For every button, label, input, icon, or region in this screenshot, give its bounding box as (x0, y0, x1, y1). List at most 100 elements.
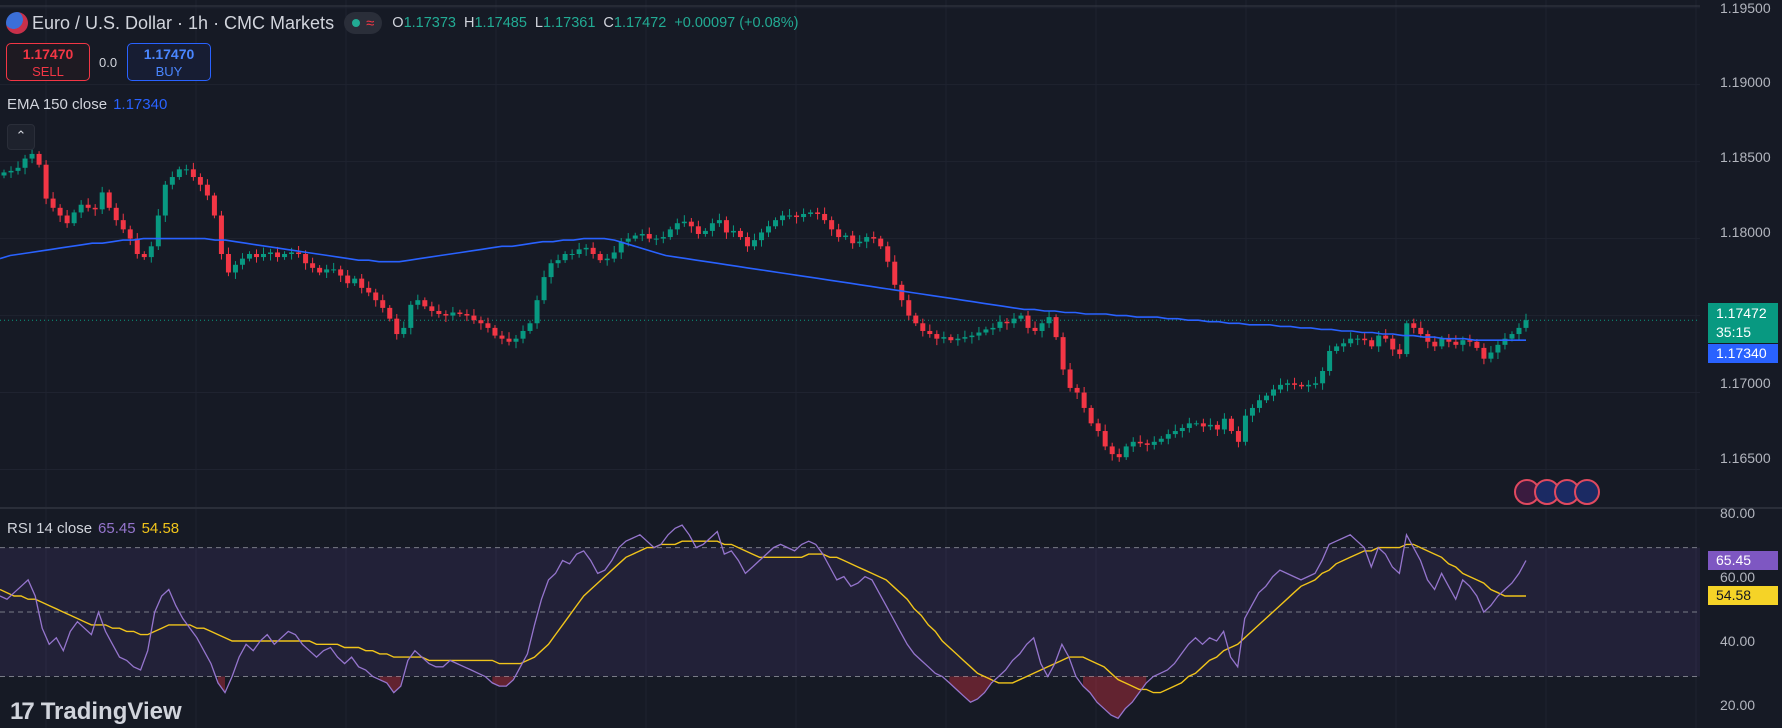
candle-body (43, 164, 49, 199)
candle-body (155, 215, 161, 247)
market-status-pill[interactable]: ≈ (344, 12, 383, 34)
ema-legend[interactable]: EMA 150 close 1.17340 (7, 96, 167, 113)
candle-body (1285, 383, 1291, 385)
candle-body (99, 192, 105, 210)
candle-body (190, 169, 196, 178)
candle-body (282, 254, 288, 258)
rsi-oversold-fill (379, 676, 401, 693)
candle-body (1341, 343, 1347, 347)
candle-body (1102, 431, 1108, 447)
candle-body (1263, 395, 1269, 401)
candle-body (737, 230, 743, 238)
candle-body (1249, 407, 1255, 416)
candle-body (1292, 383, 1298, 385)
buy-button[interactable]: 1.17470 BUY (127, 43, 211, 81)
candle-body (1334, 346, 1340, 351)
bar-countdown: 35:15 (1716, 324, 1752, 340)
candle-body (871, 237, 877, 239)
candle-body (576, 249, 582, 254)
candle-body (1214, 424, 1220, 430)
candle-body (1256, 400, 1262, 408)
candle-body (506, 338, 512, 342)
candle-body (955, 338, 961, 341)
candle-body (499, 335, 505, 339)
rsi-value: 65.45 (98, 520, 136, 537)
sell-button[interactable]: 1.17470 SELL (6, 43, 90, 81)
candle-body (548, 263, 554, 278)
rsi-tick: 20.00 (1720, 697, 1756, 713)
candle-body (415, 300, 421, 305)
candle-body (927, 330, 933, 335)
rsi-tick: 80.00 (1720, 505, 1756, 521)
candle-body (780, 215, 786, 221)
candle-body (120, 220, 126, 230)
candle-body (660, 237, 666, 239)
candle-body (380, 300, 386, 308)
candle-body (744, 237, 750, 247)
ema-price-tag: 1.17340 (1708, 344, 1778, 363)
price-tick: 1.16500 (1720, 450, 1771, 466)
candle-body (1397, 349, 1403, 355)
candle-body (422, 300, 428, 307)
candle-body (716, 220, 722, 224)
candle-body (106, 192, 112, 208)
symbol-header[interactable]: Euro / U.S. Dollar · 1h · CMC Markets ≈ … (6, 10, 798, 36)
candle-body (801, 213, 807, 218)
candle-body (232, 264, 238, 273)
candle-body (822, 213, 828, 221)
collapse-legend-button[interactable]: ⌃ (7, 124, 35, 150)
candle-body (457, 312, 463, 315)
candle-body (773, 220, 779, 227)
candle-body (113, 207, 119, 221)
candle-body (667, 229, 673, 238)
candle-body (359, 278, 365, 288)
candle-body (261, 254, 267, 258)
candle-body (569, 254, 575, 255)
chart-canvas[interactable] (0, 0, 1782, 728)
candle-body (366, 287, 372, 293)
candle-body (1271, 389, 1277, 396)
candle-body (1404, 323, 1410, 355)
candle-body (1193, 423, 1199, 425)
candle-body (1172, 431, 1178, 435)
economic-events[interactable] (1514, 479, 1600, 505)
candle-body (303, 254, 309, 264)
candle-body (751, 240, 757, 247)
candle-body (1278, 384, 1284, 390)
candle-body (1207, 424, 1213, 427)
sell-label: SELL (32, 64, 64, 79)
price-tick: 1.18500 (1720, 149, 1771, 165)
candle-body (127, 229, 133, 239)
rsi-label: RSI 14 close (7, 520, 93, 537)
candle-body (1, 172, 7, 176)
candle-body (436, 310, 442, 315)
candle-body (1481, 347, 1487, 359)
candle-body (1362, 338, 1368, 341)
market-open-icon (352, 19, 361, 27)
tradingview-logo[interactable]: 17 TradingView (10, 698, 182, 726)
candle-body (534, 300, 540, 324)
candle-body (345, 275, 351, 284)
rsi-legend[interactable]: RSI 14 close 65.45 54.58 (7, 520, 179, 537)
rsi-oversold-fill (1083, 676, 1147, 719)
candle-body (1067, 369, 1073, 388)
candle-body (1320, 370, 1326, 384)
candle-body (197, 177, 203, 185)
candle-body (653, 238, 659, 240)
candle-body (204, 184, 210, 196)
candle-body (688, 221, 694, 227)
candle-body (1460, 340, 1466, 345)
candle-body (857, 241, 863, 244)
rsi-ma-tag: 54.58 (1708, 586, 1778, 605)
candle-body (29, 153, 35, 159)
candle-body (513, 338, 519, 342)
candle-body (1306, 384, 1312, 387)
us-flag-icon[interactable] (1574, 479, 1600, 505)
symbol-title[interactable]: Euro / U.S. Dollar · 1h · CMC Markets (32, 13, 334, 34)
candle-body (1221, 418, 1227, 430)
candle-body (555, 260, 561, 264)
candle-body (1109, 446, 1115, 455)
candle-body (892, 261, 898, 285)
candle-body (913, 315, 919, 324)
eur-usd-flag-icon (6, 12, 28, 34)
